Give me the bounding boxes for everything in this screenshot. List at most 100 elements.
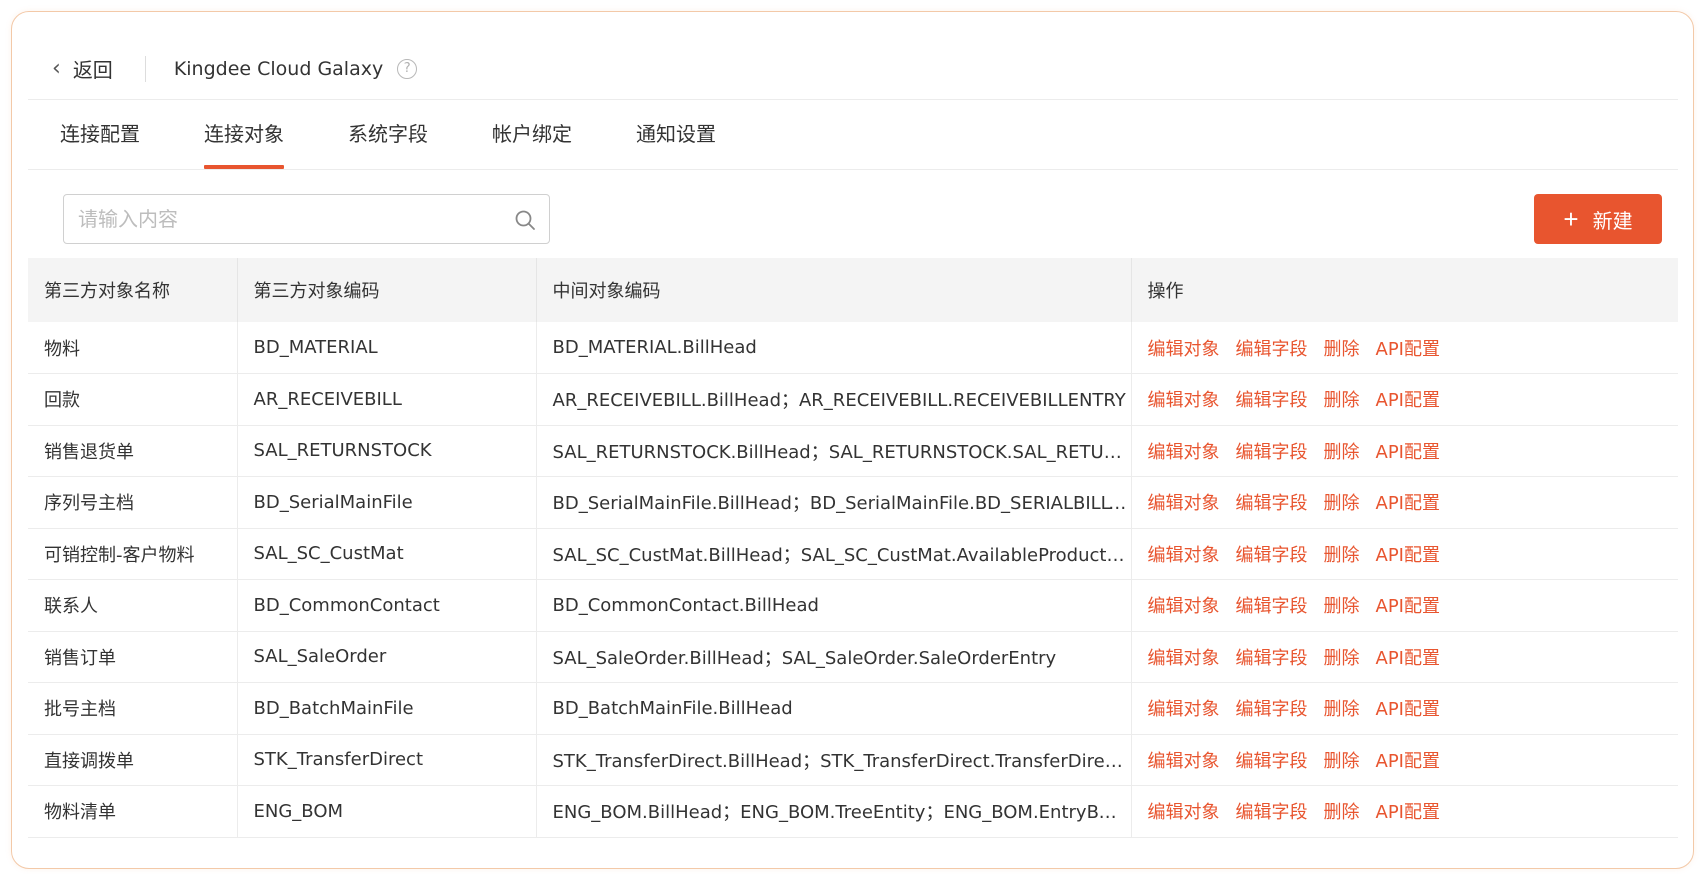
cell-third-party-name: 可销控制-客户物料 bbox=[28, 528, 238, 580]
cell-middle-code: STK_TransferDirect.BillHead；STK_Transfer… bbox=[536, 734, 1132, 786]
api-config-link[interactable]: API配置 bbox=[1376, 592, 1440, 618]
edit-object-link[interactable]: 编辑对象 bbox=[1148, 747, 1220, 773]
table-row: 可销控制-客户物料 SAL_SC_CustMat SAL_SC_CustMat.Bi… bbox=[28, 528, 1678, 580]
edit-fields-link[interactable]: 编辑字段 bbox=[1236, 644, 1308, 670]
row-actions: 编辑对象 编辑字段 删除 API配置 bbox=[1148, 438, 1679, 464]
row-actions: 编辑对象 编辑字段 删除 API配置 bbox=[1148, 644, 1679, 670]
tab-bar: 连接配置 连接对象 系统字段 帐户绑定 通知设置 bbox=[28, 100, 1678, 170]
column-header-actions: 操作 bbox=[1131, 258, 1678, 322]
cell-third-party-name: 物料清单 bbox=[28, 785, 238, 838]
tab-account-binding[interactable]: 帐户绑定 bbox=[492, 118, 572, 169]
cell-actions: 编辑对象 编辑字段 删除 API配置 bbox=[1131, 528, 1678, 580]
cell-third-party-name: 销售退货单 bbox=[28, 425, 238, 477]
back-label: 返回 bbox=[72, 58, 113, 82]
api-config-link[interactable]: API配置 bbox=[1376, 438, 1440, 464]
page-header: ‹ 返回 Kingdee Cloud Galaxy ? bbox=[28, 38, 1678, 100]
delete-link[interactable]: 删除 bbox=[1324, 747, 1360, 773]
delete-link[interactable]: 删除 bbox=[1324, 695, 1360, 721]
cell-third-party-name: 序列号主档 bbox=[28, 476, 238, 529]
cell-third-party-code: SAL_RETURNSTOCK bbox=[237, 425, 537, 477]
edit-object-link[interactable]: 编辑对象 bbox=[1148, 386, 1220, 412]
cell-middle-code: BD_SerialMainFile.BillHead；BD_SerialMain… bbox=[536, 476, 1132, 529]
cell-third-party-name: 直接调拨单 bbox=[28, 734, 238, 786]
tab-connection-config[interactable]: 连接配置 bbox=[60, 118, 140, 169]
cell-third-party-code: BD_CommonContact bbox=[237, 579, 537, 632]
cell-third-party-code: STK_TransferDirect bbox=[237, 734, 537, 786]
edit-fields-link[interactable]: 编辑字段 bbox=[1236, 798, 1308, 824]
edit-fields-link[interactable]: 编辑字段 bbox=[1236, 335, 1308, 361]
delete-link[interactable]: 删除 bbox=[1324, 489, 1360, 515]
cell-middle-code: ENG_BOM.BillHead；ENG_BOM.TreeEntity；ENG_… bbox=[536, 785, 1132, 838]
edit-fields-link[interactable]: 编辑字段 bbox=[1236, 438, 1308, 464]
cell-third-party-name: 联系人 bbox=[28, 579, 238, 632]
row-actions: 编辑对象 编辑字段 删除 API配置 bbox=[1148, 386, 1679, 412]
api-config-link[interactable]: API配置 bbox=[1376, 644, 1440, 670]
delete-link[interactable]: 删除 bbox=[1324, 644, 1360, 670]
delete-link[interactable]: 删除 bbox=[1324, 438, 1360, 464]
delete-link[interactable]: 删除 bbox=[1324, 335, 1360, 361]
api-config-link[interactable]: API配置 bbox=[1376, 386, 1440, 412]
cell-third-party-code: BD_MATERIAL bbox=[237, 322, 537, 374]
cell-actions: 编辑对象 编辑字段 删除 API配置 bbox=[1131, 322, 1678, 374]
row-actions: 编辑对象 编辑字段 删除 API配置 bbox=[1148, 592, 1679, 618]
help-icon[interactable]: ? bbox=[397, 58, 418, 79]
delete-link[interactable]: 删除 bbox=[1324, 541, 1360, 567]
api-config-link[interactable]: API配置 bbox=[1376, 541, 1440, 567]
edit-fields-link[interactable]: 编辑字段 bbox=[1236, 747, 1308, 773]
tab-system-fields[interactable]: 系统字段 bbox=[348, 118, 428, 169]
cell-third-party-name: 物料 bbox=[28, 322, 238, 374]
table-row: 物料清单 ENG_BOM ENG_BOM.BillHead；ENG_BOM.Tree… bbox=[28, 785, 1678, 838]
edit-object-link[interactable]: 编辑对象 bbox=[1148, 489, 1220, 515]
api-config-link[interactable]: API配置 bbox=[1376, 747, 1440, 773]
cell-middle-code: AR_RECEIVEBILL.BillHead；AR_RECEIVEBILL.R… bbox=[536, 373, 1132, 426]
api-config-link[interactable]: API配置 bbox=[1376, 695, 1440, 721]
delete-link[interactable]: 删除 bbox=[1324, 798, 1360, 824]
new-button-label: 新建 bbox=[1592, 210, 1633, 233]
edit-object-link[interactable]: 编辑对象 bbox=[1148, 592, 1220, 618]
row-actions: 编辑对象 编辑字段 删除 API配置 bbox=[1148, 747, 1679, 773]
api-config-link[interactable]: API配置 bbox=[1376, 489, 1440, 515]
cell-middle-code: BD_CommonContact.BillHead bbox=[536, 579, 1132, 632]
new-button[interactable]: + 新建 bbox=[1534, 194, 1662, 244]
edit-fields-link[interactable]: 编辑字段 bbox=[1236, 695, 1308, 721]
search-icon[interactable] bbox=[513, 208, 537, 232]
edit-fields-link[interactable]: 编辑字段 bbox=[1236, 489, 1308, 515]
cell-middle-code: BD_BatchMainFile.BillHead bbox=[536, 682, 1132, 735]
edit-fields-link[interactable]: 编辑字段 bbox=[1236, 386, 1308, 412]
table-header-row: 第三方对象名称 第三方对象编码 中间对象编码 操作 bbox=[28, 258, 1678, 322]
back-button[interactable]: ‹ 返回 bbox=[28, 51, 113, 87]
delete-link[interactable]: 删除 bbox=[1324, 592, 1360, 618]
edit-object-link[interactable]: 编辑对象 bbox=[1148, 335, 1220, 361]
table-row: 销售退货单 SAL_RETURNSTOCK SAL_RETURNSTOCK.Bill… bbox=[28, 425, 1678, 477]
edit-object-link[interactable]: 编辑对象 bbox=[1148, 644, 1220, 670]
api-config-link[interactable]: API配置 bbox=[1376, 335, 1440, 361]
chevron-left-icon: ‹ bbox=[52, 56, 61, 81]
delete-link[interactable]: 删除 bbox=[1324, 386, 1360, 412]
table-body: 物料 BD_MATERIAL BD_MATERIAL.BillHead 编辑对象 编辑字… bbox=[28, 322, 1679, 838]
api-config-link[interactable]: API配置 bbox=[1376, 798, 1440, 824]
cell-actions: 编辑对象 编辑字段 删除 API配置 bbox=[1131, 631, 1678, 683]
cell-third-party-code: AR_RECEIVEBILL bbox=[237, 373, 537, 426]
row-actions: 编辑对象 编辑字段 删除 API配置 bbox=[1148, 489, 1679, 515]
table-row: 回款 AR_RECEIVEBILL AR_RECEIVEBILL.BillHead；… bbox=[28, 373, 1679, 426]
edit-object-link[interactable]: 编辑对象 bbox=[1148, 438, 1220, 464]
tab-notification-settings[interactable]: 通知设置 bbox=[636, 118, 716, 169]
cell-third-party-name: 销售订单 bbox=[28, 631, 238, 683]
edit-object-link[interactable]: 编辑对象 bbox=[1148, 541, 1220, 567]
edit-object-link[interactable]: 编辑对象 bbox=[1148, 695, 1220, 721]
column-header-third-party-name: 第三方对象名称 bbox=[28, 258, 238, 322]
cell-actions: 编辑对象 编辑字段 删除 API配置 bbox=[1131, 579, 1679, 632]
tab-connection-objects[interactable]: 连接对象 bbox=[204, 118, 284, 169]
cell-middle-code: BD_MATERIAL.BillHead bbox=[536, 322, 1132, 374]
cell-third-party-code: SAL_SaleOrder bbox=[237, 631, 537, 683]
cell-actions: 编辑对象 编辑字段 删除 API配置 bbox=[1131, 785, 1678, 838]
cell-actions: 编辑对象 编辑字段 删除 API配置 bbox=[1131, 373, 1679, 426]
row-actions: 编辑对象 编辑字段 删除 API配置 bbox=[1148, 335, 1679, 361]
edit-object-link[interactable]: 编辑对象 bbox=[1148, 798, 1220, 824]
cell-actions: 编辑对象 编辑字段 删除 API配置 bbox=[1131, 476, 1679, 529]
edit-fields-link[interactable]: 编辑字段 bbox=[1236, 541, 1308, 567]
app-frame: ‹ 返回 Kingdee Cloud Galaxy ? 连接配置 连接对象 系统… bbox=[11, 11, 1694, 869]
cell-middle-code: SAL_SaleOrder.BillHead；SAL_SaleOrder.Sal… bbox=[536, 631, 1132, 683]
edit-fields-link[interactable]: 编辑字段 bbox=[1236, 592, 1308, 618]
search-input[interactable] bbox=[64, 196, 484, 242]
